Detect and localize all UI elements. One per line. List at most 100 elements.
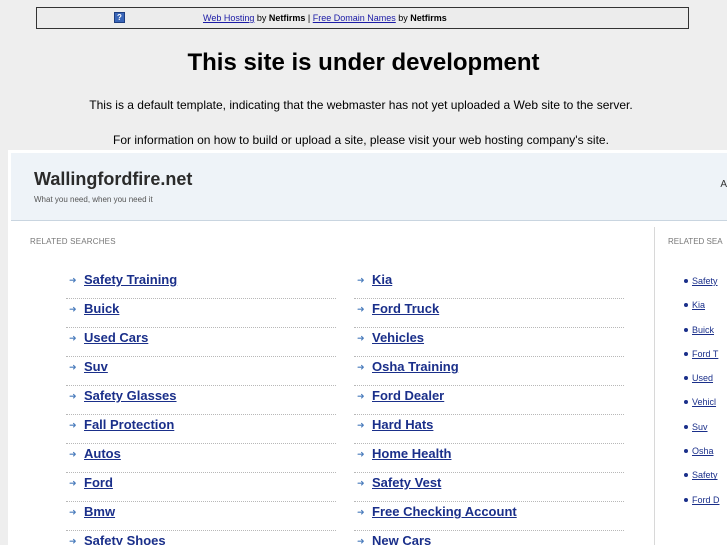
banner-brand: Netfirms (268, 13, 306, 23)
related-search-item[interactable]: ➜ Ford Truck (354, 299, 624, 328)
side-related-search-link[interactable]: Kia (692, 299, 705, 311)
arrow-icon: ➜ (357, 449, 365, 459)
related-search-link[interactable]: Ford Truck (372, 299, 439, 319)
related-search-item[interactable]: ➜ Safety Vest (354, 473, 624, 502)
related-search-link[interactable]: Home Health (372, 444, 451, 464)
related-search-link[interactable]: Vehicles (372, 328, 424, 348)
related-search-item[interactable]: ➜ Free Checking Account (354, 502, 624, 531)
hosting-banner: ? Web Hosting by Netfirms | Free Domain … (36, 7, 689, 29)
arrow-icon: ➜ (69, 420, 77, 430)
side-related-search-link[interactable]: Osha (692, 445, 714, 457)
related-search-item[interactable]: ➜ Suv (66, 357, 336, 386)
arrow-icon: ➜ (357, 536, 365, 545)
related-search-item[interactable]: ➜ Osha Training (354, 357, 624, 386)
web-hosting-link[interactable]: Web Hosting (203, 13, 254, 23)
arrow-icon: ➜ (357, 391, 365, 401)
parked-domain-frame: Wallingfordfire.net What you need, when … (8, 150, 727, 545)
related-search-link[interactable]: Buick (84, 299, 119, 319)
side-related-searches-heading: RELATED SEA (668, 237, 723, 246)
bullet-icon (684, 376, 688, 381)
banner-by-text: by (254, 13, 269, 23)
header-right-text: A (720, 179, 727, 190)
arrow-icon: ➜ (69, 478, 77, 488)
related-search-item[interactable]: ➜ Ford (66, 473, 336, 502)
related-search-link[interactable]: Suv (84, 357, 108, 377)
related-search-link[interactable]: New Cars (372, 531, 431, 545)
related-search-link[interactable]: Used Cars (84, 328, 148, 348)
arrow-icon: ➜ (69, 275, 77, 285)
side-related-search-link[interactable]: Safety (692, 469, 718, 481)
related-search-link[interactable]: Free Checking Account (372, 502, 517, 522)
parked-header: Wallingfordfire.net What you need, when … (11, 153, 727, 221)
related-search-link[interactable]: Autos (84, 444, 121, 464)
arrow-icon: ➜ (357, 362, 365, 372)
related-search-item[interactable]: ➜ Safety Shoes (66, 531, 336, 545)
arrow-icon: ➜ (357, 478, 365, 488)
bullet-icon (684, 473, 688, 478)
arrow-icon: ➜ (357, 420, 365, 430)
related-search-item[interactable]: ➜ Vehicles (354, 328, 624, 357)
side-related-search-link[interactable]: Suv (692, 421, 708, 433)
related-searches-side-panel: RELATED SEA Safety Kia Buick Ford T Used Vehi… (655, 221, 727, 545)
related-search-link[interactable]: Fall Protection (84, 415, 174, 435)
arrow-icon: ➜ (69, 536, 77, 545)
related-search-item[interactable]: ➜ Buick (66, 299, 336, 328)
arrow-icon: ➜ (69, 449, 77, 459)
bullet-icon (684, 497, 688, 502)
arrow-icon: ➜ (69, 362, 77, 372)
bullet-icon (684, 351, 688, 356)
related-search-item[interactable]: ➜ Safety Glasses (66, 386, 336, 415)
bullet-icon (684, 327, 688, 332)
related-search-link[interactable]: Safety Glasses (84, 386, 177, 406)
banner-links: Web Hosting by Netfirms | Free Domain Na… (203, 8, 447, 28)
arrow-icon: ➜ (69, 507, 77, 517)
related-searches-right-column: ➜ Kia ➜ Ford Truck ➜ Vehicles ➜ Osha Training ➜ F… (354, 270, 624, 545)
arrow-icon: ➜ (357, 507, 365, 517)
related-search-item[interactable]: ➜ Autos (66, 444, 336, 473)
side-related-search-link[interactable]: Ford T (692, 348, 718, 360)
related-search-item[interactable]: ➜ Home Health (354, 444, 624, 473)
side-related-search-link[interactable]: Vehicl (692, 396, 716, 408)
related-searches-panel: RELATED SEARCHES ➜ Safety Training ➜ Buick ➜… (11, 221, 654, 545)
side-related-search-link[interactable]: Used (692, 372, 713, 384)
side-related-search-link[interactable]: Ford D (692, 494, 720, 506)
domain-title[interactable]: Wallingfordfire.net (34, 169, 192, 190)
related-search-item[interactable]: ➜ Safety Training (66, 270, 336, 299)
arrow-icon: ➜ (357, 333, 365, 343)
hosting-info-notice: For information on how to build or uploa… (113, 133, 609, 147)
related-searches-heading: RELATED SEARCHES (30, 237, 116, 246)
bullet-icon (684, 424, 688, 429)
banner-separator: | (305, 13, 313, 23)
related-search-item[interactable]: ➜ New Cars (354, 531, 624, 545)
arrow-icon: ➜ (69, 304, 77, 314)
related-search-link[interactable]: Kia (372, 270, 392, 290)
banner-brand: Netfirms (410, 13, 447, 23)
bullet-icon (684, 449, 688, 454)
arrow-icon: ➜ (357, 304, 365, 314)
bullet-icon (684, 279, 688, 283)
related-search-link[interactable]: Safety Training (84, 270, 177, 290)
related-search-link[interactable]: Safety Shoes (84, 531, 166, 545)
related-search-item[interactable]: ➜ Fall Protection (66, 415, 336, 444)
related-search-link[interactable]: Ford (84, 473, 113, 493)
arrow-icon: ➜ (69, 391, 77, 401)
related-search-item[interactable]: ➜ Bmw (66, 502, 336, 531)
related-search-link[interactable]: Safety Vest (372, 473, 441, 493)
bullet-icon (684, 400, 688, 405)
related-search-link[interactable]: Osha Training (372, 357, 459, 377)
related-search-item[interactable]: ➜ Ford Dealer (354, 386, 624, 415)
related-search-item[interactable]: ➜ Kia (354, 270, 624, 299)
side-related-search-link[interactable]: Safety (692, 275, 718, 287)
related-search-item[interactable]: ➜ Used Cars (66, 328, 336, 357)
question-icon[interactable]: ? (114, 12, 125, 23)
arrow-icon: ➜ (69, 333, 77, 343)
side-related-search-link[interactable]: Buick (692, 324, 714, 336)
free-domain-names-link[interactable]: Free Domain Names (313, 13, 396, 23)
arrow-icon: ➜ (357, 275, 365, 285)
page-title: This site is under development (187, 49, 540, 76)
related-search-link[interactable]: Bmw (84, 502, 115, 522)
related-search-item[interactable]: ➜ Hard Hats (354, 415, 624, 444)
banner-by-text: by (395, 13, 411, 23)
related-search-link[interactable]: Ford Dealer (372, 386, 444, 406)
related-search-link[interactable]: Hard Hats (372, 415, 433, 435)
